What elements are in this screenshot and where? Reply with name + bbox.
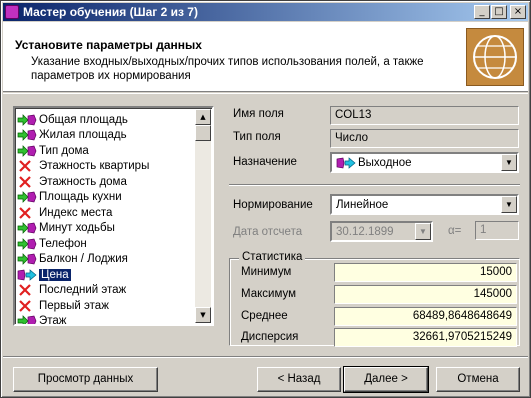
divider	[229, 184, 520, 186]
list-item[interactable]: Телефон	[17, 236, 199, 252]
stat-mean-value: 68489,8648648649	[334, 307, 517, 326]
app-icon	[5, 5, 19, 19]
back-button[interactable]: < Назад	[257, 367, 341, 392]
purpose-label: Назначение	[233, 156, 297, 168]
list-item[interactable]: Балкон / Лоджия	[17, 252, 199, 268]
list-item-label: Первый этаж	[39, 299, 109, 312]
date-dropdown-icon[interactable]: ▼	[415, 223, 431, 240]
list-item-label: Последний этаж	[39, 284, 127, 297]
window-title: Мастер обучения (Шаг 2 из 7)	[23, 5, 198, 19]
unused-icon	[17, 299, 37, 313]
input-icon	[17, 314, 37, 324]
list-item[interactable]: Этажность дома	[17, 174, 199, 190]
list-item[interactable]: Индекс места	[17, 205, 199, 221]
purpose-dropdown-icon[interactable]: ▼	[501, 154, 517, 171]
input-icon	[17, 190, 37, 204]
list-item-label: Тип дома	[39, 144, 89, 157]
stat-variance-value: 32661,9705215249	[334, 328, 517, 347]
unused-icon	[17, 283, 37, 297]
list-item-label: Минут ходьбы	[39, 222, 115, 235]
norm-label: Нормирование	[233, 199, 313, 211]
list-item-label: Этаж	[39, 315, 67, 326]
list-item[interactable]: Цена	[17, 267, 199, 283]
date-value: 30.12.1899	[336, 225, 394, 238]
list-item[interactable]: Тип дома	[17, 143, 199, 159]
norm-combobox[interactable]: Линейное ▼	[330, 194, 519, 215]
list-item-label: Этажность квартиры	[39, 160, 150, 173]
list-item[interactable]: Этаж	[17, 314, 199, 326]
maximize-button[interactable]: □	[491, 5, 507, 19]
input-icon	[17, 128, 37, 142]
scroll-up-button[interactable]: ▲	[195, 109, 211, 125]
list-item-label: Балкон / Лоджия	[39, 253, 128, 266]
list-item[interactable]: Площадь кухни	[17, 190, 199, 206]
alpha-input[interactable]: 1	[475, 221, 519, 240]
input-icon	[17, 113, 37, 127]
field-name-value: COL13	[330, 106, 519, 125]
minimize-button[interactable]: _	[474, 5, 490, 19]
stat-variance-label: Дисперсия	[241, 331, 299, 343]
unused-icon	[17, 159, 37, 173]
field-type-label: Тип поля	[233, 131, 281, 143]
stat-min-value: 15000	[334, 263, 517, 282]
unused-icon	[17, 206, 37, 220]
close-button[interactable]: ×	[510, 5, 526, 19]
fields-listbox[interactable]: Общая площадь Жилая площадь Тип дома Этажно…	[13, 106, 214, 326]
unused-icon	[17, 175, 37, 189]
list-item[interactable]: Последний этаж	[17, 283, 199, 299]
list-item-label: Цена	[39, 268, 71, 281]
list-item-label: Жилая площадь	[39, 129, 127, 142]
output-icon	[336, 156, 356, 169]
wizard-header: Установите параметры данных Указание вхо…	[3, 22, 528, 92]
list-scrollbar[interactable]: ▲ ▼	[195, 109, 211, 323]
list-item[interactable]: Жилая площадь	[17, 128, 199, 144]
output-icon	[17, 268, 37, 282]
input-icon	[17, 221, 37, 235]
norm-value: Линейное	[336, 198, 389, 211]
list-item-label: Общая площадь	[39, 113, 128, 126]
stat-max-label: Максимум	[241, 288, 297, 300]
list-item[interactable]: Минут ходьбы	[17, 221, 199, 237]
stat-max-value: 145000	[334, 285, 517, 304]
cancel-button[interactable]: Отмена	[436, 367, 520, 392]
scroll-thumb[interactable]	[195, 125, 211, 141]
list-item-label: Индекс места	[39, 206, 113, 219]
wizard-window: Мастер обучения (Шаг 2 из 7) _ □ × Устан…	[0, 0, 531, 398]
preview-data-button[interactable]: Просмотр данных	[13, 367, 158, 392]
field-name-label: Имя поля	[233, 108, 284, 120]
scroll-down-button[interactable]: ▼	[195, 307, 211, 323]
purpose-combobox[interactable]: Выходное ▼	[330, 152, 519, 173]
list-item[interactable]: Общая площадь	[17, 112, 199, 128]
title-bar[interactable]: Мастер обучения (Шаг 2 из 7) _ □ ×	[3, 3, 528, 21]
list-item[interactable]: Первый этаж	[17, 298, 199, 314]
statistics-title: Статистика	[239, 251, 306, 263]
date-combobox[interactable]: 30.12.1899 ▼	[330, 221, 433, 242]
stat-mean-label: Среднее	[241, 310, 288, 322]
list-item-label: Площадь кухни	[39, 191, 122, 204]
norm-dropdown-icon[interactable]: ▼	[501, 196, 517, 213]
input-icon	[17, 237, 37, 251]
input-icon	[17, 144, 37, 158]
stat-min-label: Минимум	[241, 266, 292, 278]
field-type-value: Число	[330, 129, 519, 148]
list-item-label: Телефон	[39, 237, 87, 250]
list-item-label: Этажность дома	[39, 175, 127, 188]
next-button[interactable]: Далее >	[343, 366, 429, 393]
purpose-value: Выходное	[358, 156, 412, 169]
list-item[interactable]: Этажность квартиры	[17, 159, 199, 175]
header-title: Установите параметры данных	[15, 38, 202, 52]
date-label: Дата отсчета	[233, 226, 303, 238]
input-icon	[17, 252, 37, 266]
header-subtitle: Указание входных/выходных/прочих типов и…	[31, 56, 424, 82]
alpha-label: α=	[448, 225, 462, 237]
globe-logo-icon	[466, 28, 524, 86]
